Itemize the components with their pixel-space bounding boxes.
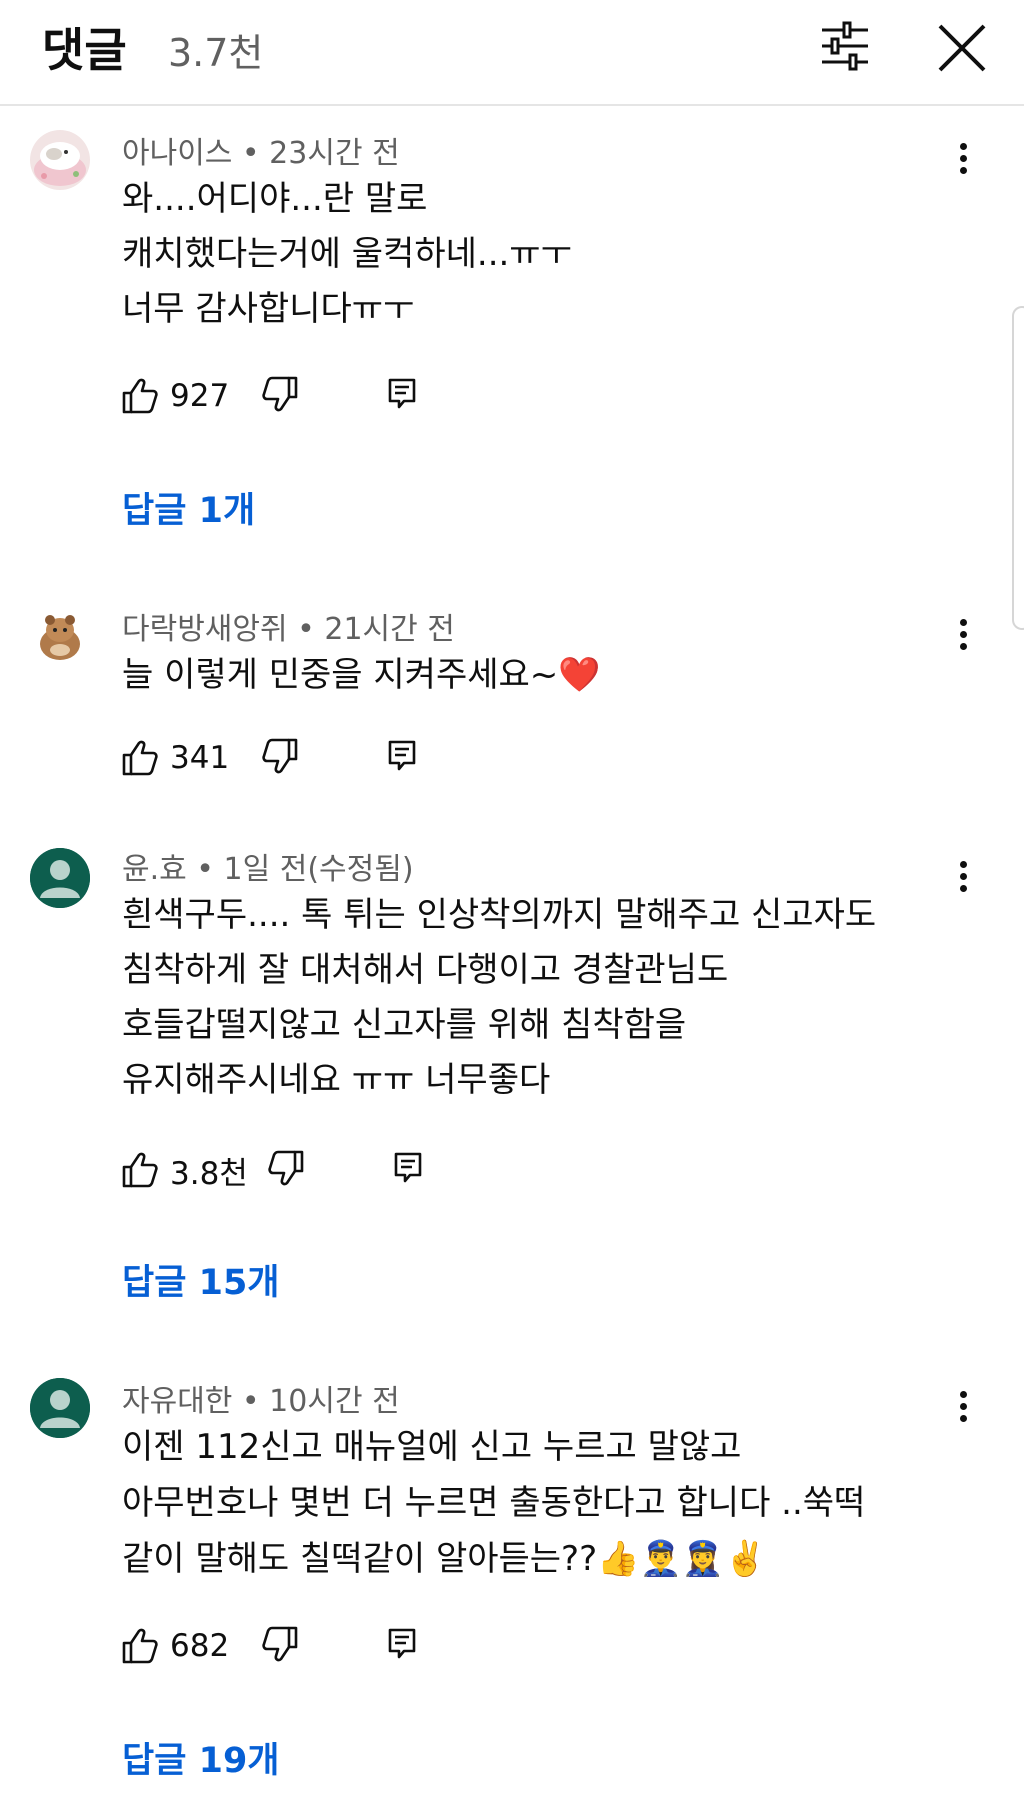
comment-text-line: 너무 감사합니다ㅠㅜ: [122, 289, 415, 329]
like-count: 682: [170, 1628, 230, 1664]
comment-text-line: 아무번호나 몇번 더 누르면 출동한다고 합니다 ..쑥떡: [122, 1483, 866, 1523]
comment-actions: 3.8천: [120, 1148, 520, 1192]
comment-text-line: 캐치했다는거에 울컥하네...ㅠㅜ: [122, 234, 572, 274]
reply-icon[interactable]: [382, 736, 422, 780]
thumb-down-icon[interactable]: [266, 1148, 310, 1192]
view-replies-link[interactable]: 답글 1개: [122, 482, 255, 533]
filter-icon[interactable]: [810, 18, 880, 74]
comment-actions: 341: [120, 736, 520, 780]
comment-text-line: 이젠 112신고 매뉴얼에 신고 누르고 말않고: [122, 1427, 742, 1467]
view-replies-link[interactable]: 답글 15개: [122, 1254, 280, 1305]
hamster-photo-avatar[interactable]: [30, 130, 90, 190]
comment-author-line[interactable]: 다락방새앙쥐 • 21시간 전: [122, 604, 455, 648]
comment-text-line: 흰색구두.... 톡 튀는 인상착의까지 말해주고 신고자도: [122, 895, 877, 935]
reply-icon[interactable]: [382, 1624, 422, 1668]
comment-author-line[interactable]: 윤.효 • 1일 전(수정됨): [122, 844, 414, 888]
thumb-up-icon: [120, 738, 160, 778]
like-button[interactable]: 341: [120, 736, 229, 780]
view-replies-link[interactable]: 답글 19개: [122, 1732, 280, 1783]
comment-text-line: 늘 이렇게 민중을 지켜주세요~❤️: [122, 655, 601, 695]
close-icon[interactable]: [930, 16, 994, 80]
reply-icon[interactable]: [382, 374, 422, 418]
comment-author-line[interactable]: 아나이스 • 23시간 전: [122, 128, 400, 172]
more-vert-icon[interactable]: [948, 1388, 978, 1432]
comment-text-line: 같이 말해도 칠떡같이 알아듣는??👍👮‍♂️👮‍♀️✌️: [122, 1539, 767, 1579]
thumb-up-icon: [120, 376, 160, 416]
page-title: 댓글: [42, 23, 127, 77]
like-count: 341: [170, 740, 230, 776]
comments-header: 댓글 3.7천: [0, 0, 1024, 106]
comment-actions: 682: [120, 1624, 520, 1668]
comment-text-line: 유지해주시네요 ㅠㅠ 너무좋다: [122, 1060, 551, 1100]
comment-actions: 927: [120, 374, 520, 418]
more-vert-icon[interactable]: [948, 858, 978, 902]
comment-text-line: 호들갑떨지않고 신고자를 위해 침착함을: [122, 1005, 687, 1045]
default-person-avatar[interactable]: [30, 1378, 90, 1438]
scrollbar-thumb[interactable]: [1012, 306, 1024, 630]
comment-author-line[interactable]: 자유대한 • 10시간 전: [122, 1376, 400, 1420]
hamster-photo-avatar[interactable]: [30, 606, 90, 666]
thumb-down-icon[interactable]: [260, 374, 304, 418]
thumb-up-icon: [120, 1150, 160, 1190]
comment-text-line: 와....어디야...란 말로: [122, 179, 428, 219]
comment-text-line: 침착하게 잘 대처해서 다행이고 경찰관님도: [122, 950, 729, 990]
more-vert-icon[interactable]: [948, 616, 978, 660]
thumb-up-icon: [120, 1626, 160, 1666]
more-vert-icon[interactable]: [948, 140, 978, 184]
like-button[interactable]: 3.8천: [120, 1148, 248, 1192]
thumb-down-icon[interactable]: [260, 1624, 304, 1668]
like-button[interactable]: 927: [120, 374, 229, 418]
like-button[interactable]: 682: [120, 1624, 229, 1668]
default-person-avatar[interactable]: [30, 848, 90, 908]
like-count: 3.8천: [170, 1155, 248, 1192]
like-count: 927: [170, 378, 230, 414]
reply-icon[interactable]: [388, 1148, 428, 1192]
comment-count: 3.7천: [168, 31, 264, 75]
thumb-down-icon[interactable]: [260, 736, 304, 780]
